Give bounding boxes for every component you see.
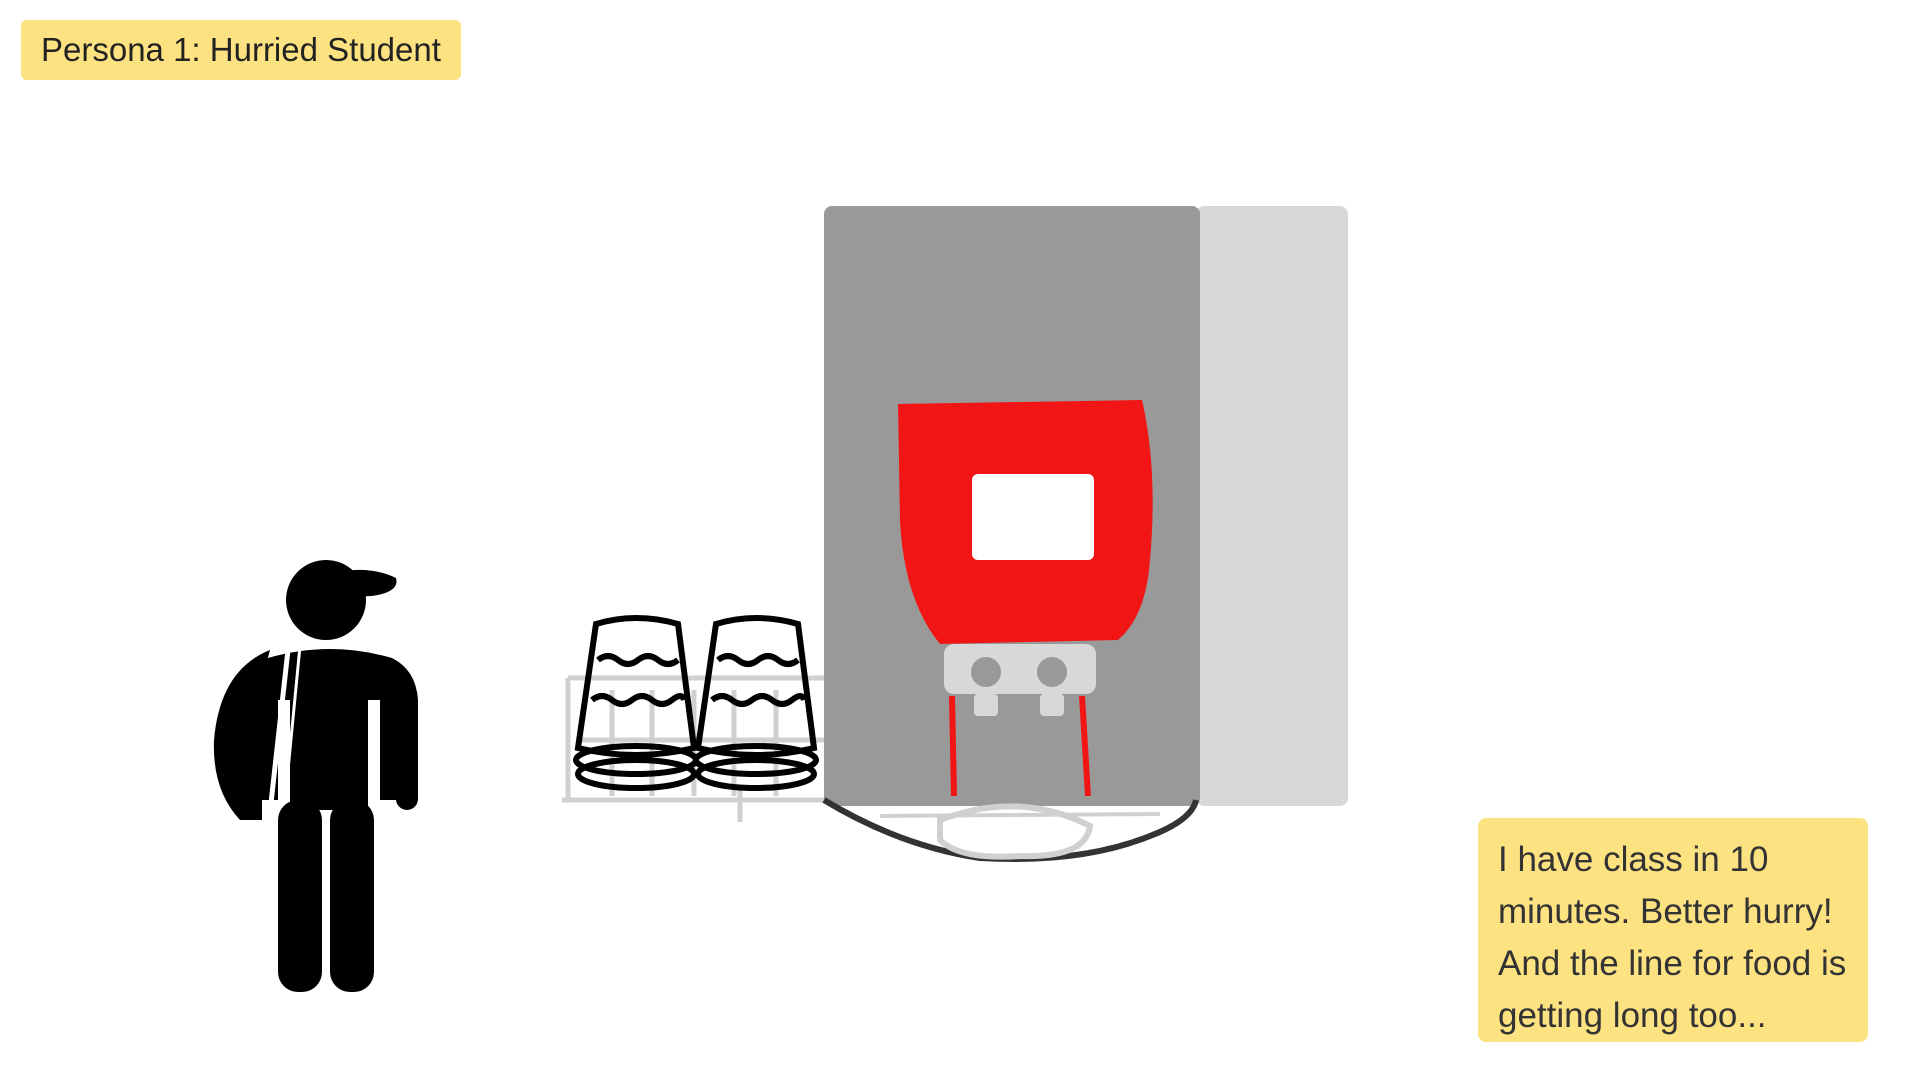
machine-nozzle-block — [944, 644, 1096, 694]
machine-side-panel — [1196, 206, 1348, 806]
student-with-backpack-icon — [213, 560, 418, 992]
drink-dispenser-illustration — [822, 206, 1348, 863]
speech-note: I have class in 10 minutes. Better hurry… — [1478, 818, 1868, 1042]
machine-screen — [972, 474, 1094, 560]
